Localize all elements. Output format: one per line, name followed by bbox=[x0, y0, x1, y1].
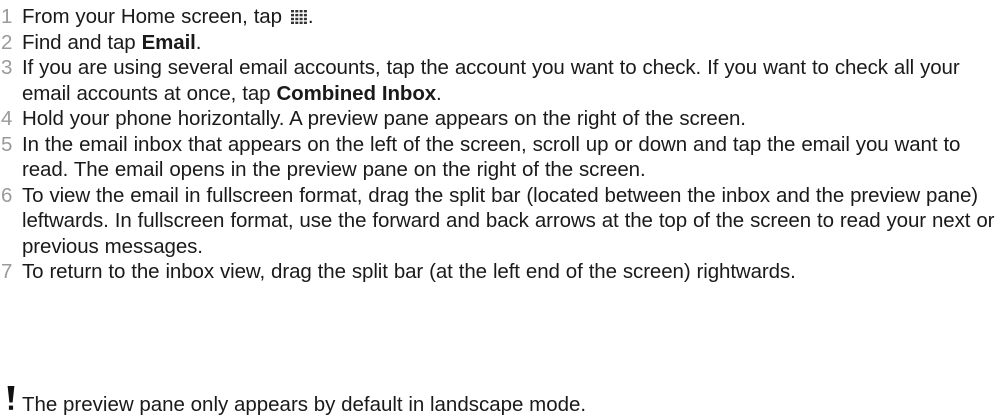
step-text: If you are using several email accounts,… bbox=[22, 55, 999, 106]
app-grid-icon bbox=[290, 10, 307, 24]
step-text: In the email inbox that appears on the l… bbox=[22, 132, 961, 182]
step-4: 4 Hold your phone horizontally. A previe… bbox=[0, 106, 999, 132]
manual-page: 1 From your Home screen, tap . 2 Find an… bbox=[0, 0, 999, 416]
step-text: To return to the inbox view, drag the sp… bbox=[22, 260, 796, 283]
step-number: 4 bbox=[1, 107, 13, 130]
step-5: 5 In the email inbox that appears on the… bbox=[0, 132, 999, 183]
step-text-segment: If you are using several email accounts,… bbox=[22, 56, 960, 105]
step-number: 5 bbox=[1, 132, 13, 156]
exclamation-icon bbox=[7, 386, 15, 410]
step-number: 7 bbox=[1, 260, 13, 283]
note: The preview pane only appears by default… bbox=[0, 384, 999, 416]
step-text: From your Home screen, tap . bbox=[22, 4, 999, 30]
step-text-segment: From your Home screen, tap bbox=[22, 5, 288, 28]
step-text-segment: . bbox=[195, 30, 202, 54]
step-text: Find and tap Email. bbox=[22, 30, 999, 56]
step-number: 3 bbox=[1, 56, 13, 79]
step-1: 1 From your Home screen, tap . bbox=[0, 4, 999, 30]
step-bold-term: Combined Inbox bbox=[276, 81, 437, 105]
step-number: 6 bbox=[1, 183, 13, 207]
note-text: The preview pane only appears by default… bbox=[22, 393, 587, 416]
step-3: 3 If you are using several email account… bbox=[0, 55, 999, 106]
step-text: To view the email in fullscreen format, … bbox=[22, 183, 995, 258]
step-text: Hold your phone horizontally. A preview … bbox=[22, 107, 746, 130]
step-number: 2 bbox=[1, 30, 13, 54]
step-text-segment: . bbox=[307, 5, 314, 28]
step-bold-term: Email bbox=[141, 30, 196, 54]
step-2: 2 Find and tap Email. bbox=[0, 30, 999, 56]
step-text-segment: Find and tap bbox=[22, 30, 142, 54]
step-text-segment: . bbox=[436, 81, 442, 105]
step-7: 7 To return to the inbox view, drag the … bbox=[0, 259, 999, 285]
step-number: 1 bbox=[1, 5, 13, 28]
step-6: 6 To view the email in fullscreen format… bbox=[0, 183, 999, 260]
steps-list: 1 From your Home screen, tap . 2 Find an… bbox=[0, 4, 999, 285]
